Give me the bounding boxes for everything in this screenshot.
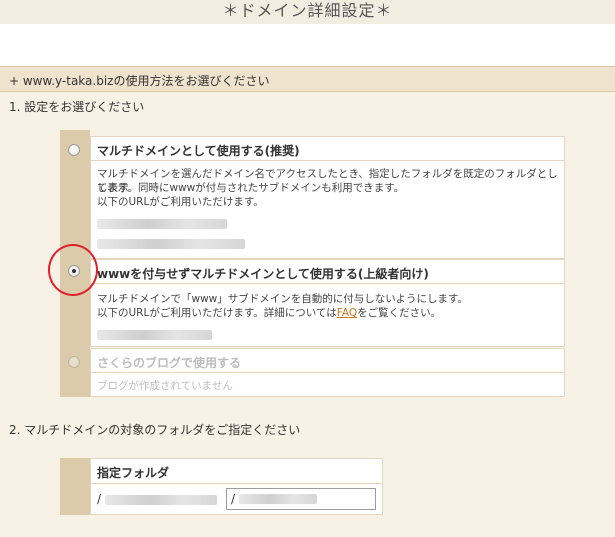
option-desc-line: ブログが作成されていません xyxy=(97,380,233,392)
page-title: ＊ドメイン詳細設定＊ xyxy=(222,1,393,20)
desc-text: 以下のURLがご利用いただけます。詳細については xyxy=(97,307,337,319)
radio-blog[interactable] xyxy=(68,356,80,368)
option-desc-line: 以下のURLがご利用いただけます。詳細についてはFAQをご覧ください。 xyxy=(97,306,441,320)
input-prefix: / xyxy=(231,492,236,506)
option-title: さくらのブログで使用する xyxy=(97,356,242,370)
radio-multidomain[interactable] xyxy=(68,144,80,156)
highlight-circle xyxy=(48,244,98,296)
folder-input[interactable]: / xyxy=(226,488,376,510)
step1-label: 1. 設定をお選びください xyxy=(9,100,145,114)
option-no-www[interactable]: wwwを付与せずマルチドメインとして使用する(上級者向け) マルチドメインで「w… xyxy=(90,259,565,347)
faq-link[interactable]: FAQ xyxy=(337,307,357,319)
redacted-folder xyxy=(239,494,317,504)
option-blog: さくらのブログで使用する ブログが作成されていません xyxy=(90,348,565,397)
option-title: マルチドメインとして使用する(推奨) xyxy=(97,144,300,158)
folder-title: 指定フォルダ xyxy=(97,466,170,480)
redacted-url xyxy=(97,239,245,249)
option-desc-line: マルチドメインで「www」サブドメインを自動的に付与しないようにします。 xyxy=(97,293,469,305)
redacted-domain-root xyxy=(105,495,217,505)
redacted-url xyxy=(97,330,212,340)
panel-header: + www.y-taka.bizの使用方法をお選びください xyxy=(0,67,615,92)
desc-text: をご覧ください。 xyxy=(357,307,442,319)
root-prefix: / xyxy=(97,492,102,506)
option-desc-line: 以下のURLがご利用いただけます。 xyxy=(97,196,264,208)
panel-heading: + www.y-taka.bizの使用方法をお選びください xyxy=(9,74,270,88)
header-band: ＊ドメイン詳細設定＊ xyxy=(0,0,615,24)
option-multidomain[interactable]: マルチドメインとして使用する(推奨) マルチドメインを選んだドメイン名でアクセス… xyxy=(90,136,565,259)
step2-label: 2. マルチドメインの対象のフォルダをご指定ください xyxy=(9,423,301,437)
option-desc-line: します。同時にwwwが付与されたサブドメインも利用できます。 xyxy=(97,182,405,194)
option-title: wwwを付与せずマルチドメインとして使用する(上級者向け) xyxy=(97,267,429,281)
folder-label-column xyxy=(60,458,90,515)
redacted-url xyxy=(97,219,227,229)
